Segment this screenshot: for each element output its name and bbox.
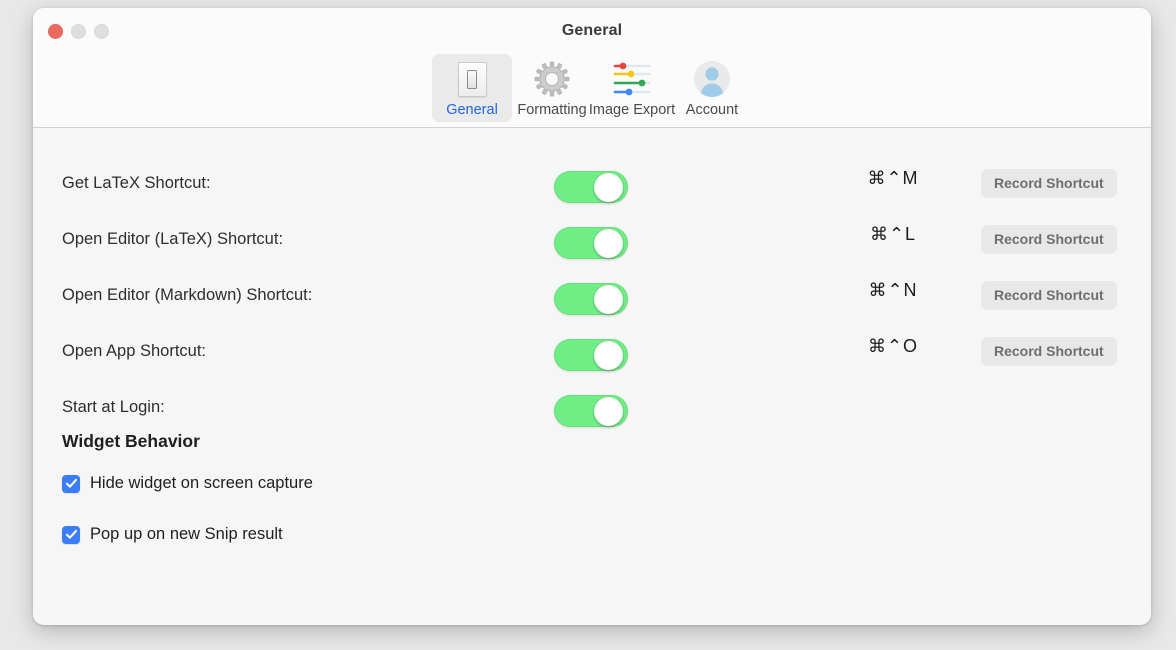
checkbox-row-hide-widget[interactable]: Hide widget on screen capture bbox=[62, 474, 313, 493]
setting-label: Get LaTeX Shortcut: bbox=[62, 174, 211, 192]
tab-formatting[interactable]: Formatting bbox=[512, 54, 592, 122]
tab-general-label: General bbox=[446, 102, 498, 118]
toggle-start-at-login[interactable] bbox=[554, 395, 628, 427]
settings-tab-bar: General Formatting Image Export Account bbox=[33, 54, 1151, 122]
checkbox-label-hide-widget: Hide widget on screen capture bbox=[90, 474, 313, 492]
settings-window: General General Formatting Image Export … bbox=[33, 8, 1151, 625]
setting-row-start-at-login: Start at Login: bbox=[33, 382, 1151, 438]
person-avatar-icon bbox=[692, 59, 732, 99]
widget-behavior-section: Widget Behavior Hide widget on screen ca… bbox=[62, 431, 313, 576]
checkbox-label-pop-up-snip: Pop up on new Snip result bbox=[90, 525, 283, 543]
checkbox-pop-up-snip[interactable] bbox=[62, 525, 80, 544]
widget-behavior-title: Widget Behavior bbox=[62, 431, 200, 451]
toggle-open-editor-markdown[interactable] bbox=[554, 283, 628, 315]
record-shortcut-button-open-editor-latex[interactable]: Record Shortcut bbox=[981, 225, 1117, 254]
setting-label: Start at Login: bbox=[62, 398, 165, 416]
checkmark-icon bbox=[65, 478, 77, 488]
record-shortcut-button-open-app[interactable]: Record Shortcut bbox=[981, 337, 1117, 366]
tab-account[interactable]: Account bbox=[672, 54, 752, 122]
shortcut-value-open-editor-markdown: ⌘⌃N bbox=[868, 280, 918, 300]
checkbox-row-pop-up-snip[interactable]: Pop up on new Snip result bbox=[62, 525, 313, 544]
record-shortcut-button-get-latex[interactable]: Record Shortcut bbox=[981, 169, 1117, 198]
toggle-open-app[interactable] bbox=[554, 339, 628, 371]
tab-image-export-label: Image Export bbox=[588, 102, 676, 118]
setting-row-open-app: Open App Shortcut: ⌘⌃O Record Shortcut bbox=[33, 326, 1151, 382]
tab-image-export[interactable]: Image Export bbox=[588, 54, 676, 122]
light-switch-icon bbox=[452, 59, 492, 99]
toggle-open-editor-latex[interactable] bbox=[554, 227, 628, 259]
setting-row-get-latex-shortcut: Get LaTeX Shortcut: ⌘⌃M Record Shortcut bbox=[33, 158, 1151, 214]
shortcut-value-open-app: ⌘⌃O bbox=[867, 336, 919, 356]
window-title: General bbox=[561, 22, 623, 39]
shortcut-value-open-editor-latex: ⌘⌃L bbox=[869, 224, 917, 244]
shortcut-value-get-latex: ⌘⌃M bbox=[867, 168, 919, 188]
window-titlebar: General General Formatting Image Export … bbox=[33, 8, 1151, 128]
settings-content: Get LaTeX Shortcut: ⌘⌃M Record Shortcut … bbox=[33, 128, 1151, 624]
toggle-get-latex-shortcut[interactable] bbox=[554, 171, 628, 203]
tab-general[interactable]: General bbox=[432, 54, 512, 122]
setting-label: Open App Shortcut: bbox=[62, 342, 207, 360]
gear-icon bbox=[532, 59, 572, 99]
setting-row-open-editor-markdown: Open Editor (Markdown) Shortcut: ⌘⌃N Rec… bbox=[33, 270, 1151, 326]
setting-label: Open Editor (Markdown) Shortcut: bbox=[62, 286, 313, 304]
setting-label: Open Editor (LaTeX) Shortcut: bbox=[62, 230, 284, 248]
sliders-icon bbox=[612, 59, 652, 99]
tab-formatting-label: Formatting bbox=[517, 102, 587, 118]
checkbox-hide-widget[interactable] bbox=[62, 474, 80, 493]
record-shortcut-button-open-editor-markdown[interactable]: Record Shortcut bbox=[981, 281, 1117, 310]
checkmark-icon bbox=[65, 529, 77, 539]
setting-row-open-editor-latex: Open Editor (LaTeX) Shortcut: ⌘⌃L Record… bbox=[33, 214, 1151, 270]
tab-account-label: Account bbox=[685, 102, 739, 118]
